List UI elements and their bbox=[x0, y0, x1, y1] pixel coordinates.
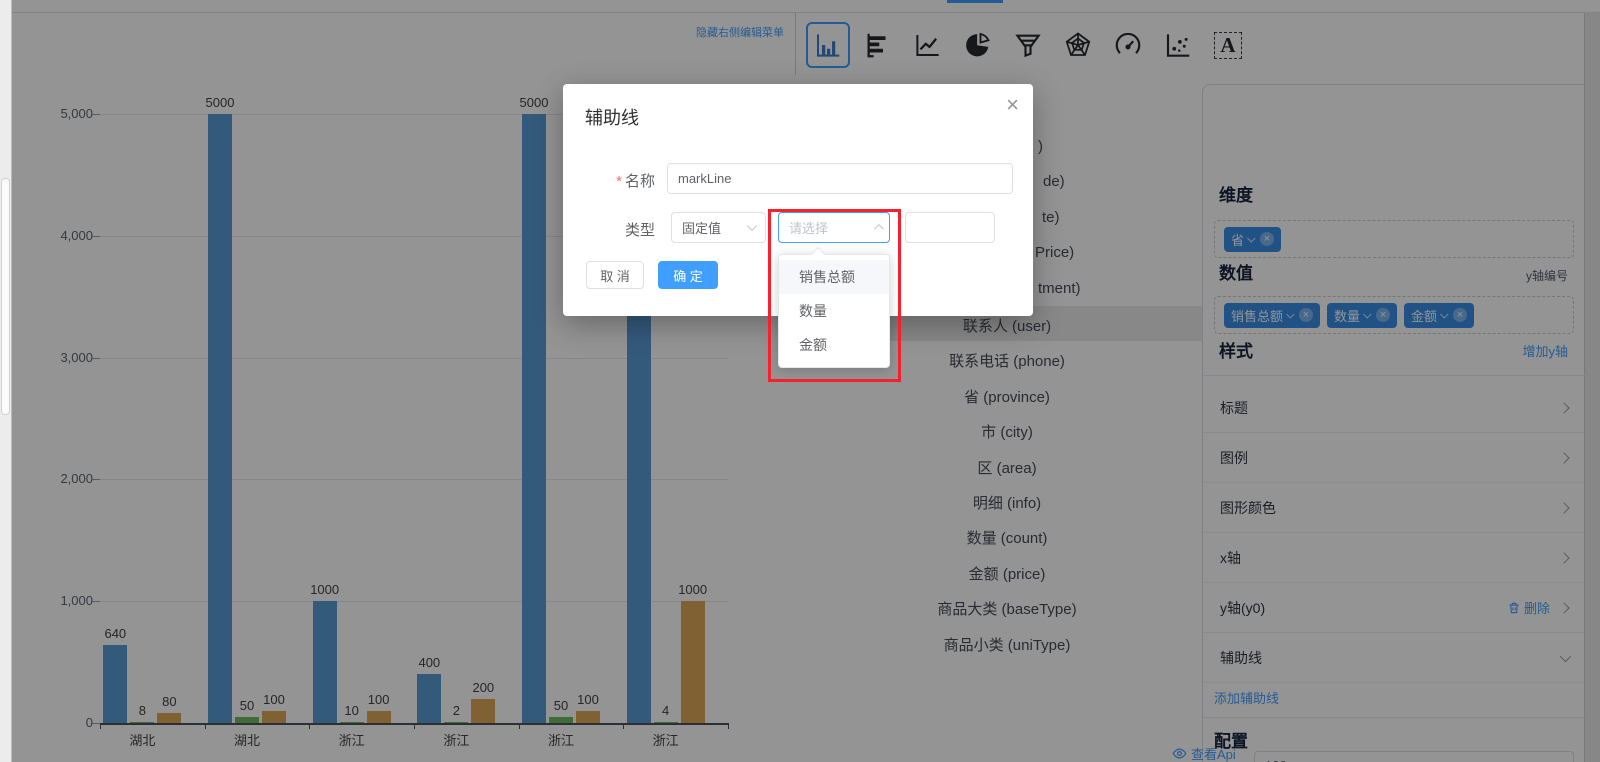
app-root: 5,0004,0003,0002,0001,0000湖北640880湖北5000… bbox=[0, 0, 1600, 762]
name-label: *名称 bbox=[563, 170, 655, 191]
annotation-highlight-box bbox=[768, 209, 901, 382]
required-star: * bbox=[616, 173, 622, 190]
browser-scrollbar[interactable] bbox=[0, 0, 12, 762]
cancel-button[interactable]: 取 消 bbox=[586, 261, 644, 289]
dialog-title: 辅助线 bbox=[585, 104, 639, 130]
scrollbar-thumb[interactable] bbox=[1, 178, 10, 415]
chevron-down-icon bbox=[747, 221, 757, 231]
type-select-value: 固定值 bbox=[682, 218, 721, 237]
value-input[interactable] bbox=[905, 212, 995, 243]
name-input[interactable] bbox=[667, 163, 1013, 194]
type-label: 类型 bbox=[563, 219, 655, 240]
type-select[interactable]: 固定值 bbox=[671, 212, 766, 243]
close-icon[interactable]: × bbox=[1006, 94, 1019, 116]
confirm-button[interactable]: 确 定 bbox=[658, 261, 718, 289]
